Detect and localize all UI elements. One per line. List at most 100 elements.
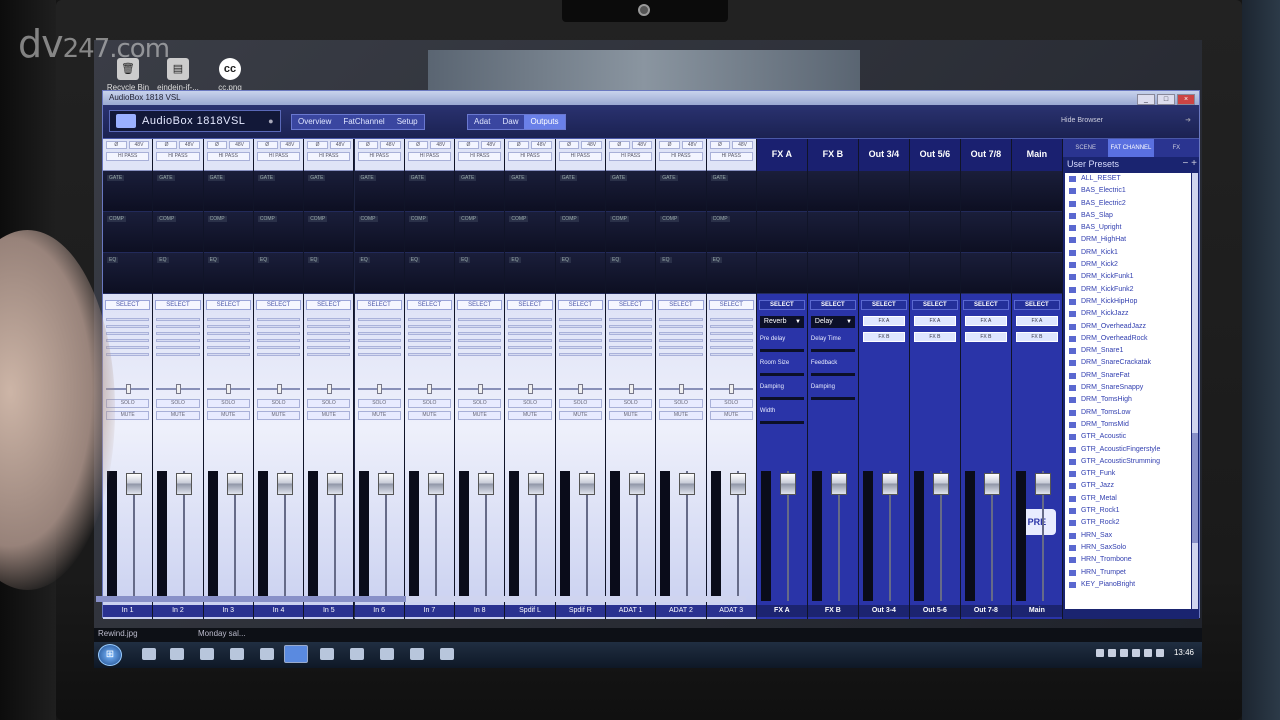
solo-button[interactable]: SOLO (508, 399, 552, 408)
taskbar-app-folder-icon[interactable] (410, 648, 424, 660)
send-level[interactable] (558, 332, 602, 335)
fx-parameter[interactable]: Width (759, 408, 804, 424)
hipass-button[interactable]: HI PASS (407, 152, 452, 161)
preset-item[interactable]: ALL_RESET (1065, 173, 1191, 185)
dynamics-slot[interactable]: EQ (505, 253, 555, 294)
device-selector[interactable]: AudioBox 1818VSL ● (109, 110, 281, 132)
preset-item[interactable]: HRN_Sax (1065, 530, 1191, 542)
pan-slider[interactable] (458, 382, 502, 396)
send-level[interactable] (709, 353, 753, 356)
send-level[interactable] (558, 339, 602, 342)
polarity-button[interactable]: Ø (307, 141, 328, 149)
solo-button[interactable]: SOLO (558, 399, 602, 408)
volume-fader[interactable] (126, 473, 142, 495)
dynamics-slot[interactable]: COMP (103, 212, 153, 253)
polarity-button[interactable]: Ø (609, 141, 630, 149)
polarity-button[interactable]: Ø (156, 141, 177, 149)
tab-fx[interactable]: FX (1154, 139, 1199, 157)
preset-item[interactable]: GTR_Rock1 (1065, 505, 1191, 517)
select-button[interactable]: SELECT (356, 300, 402, 310)
dynamics-slot[interactable]: GATE (455, 171, 505, 212)
dynamics-slot[interactable]: COMP (606, 212, 656, 253)
dynamics-slot[interactable]: GATE (404, 171, 455, 212)
send-level[interactable] (357, 353, 401, 356)
dynamics-slot[interactable]: EQ (555, 253, 605, 294)
send-level[interactable] (458, 353, 502, 356)
pan-slider[interactable] (508, 382, 552, 396)
fx-send-button[interactable]: FX B (1015, 332, 1058, 342)
hipass-button[interactable]: HI PASS (307, 152, 351, 161)
send-level[interactable] (256, 318, 301, 321)
send-level[interactable] (659, 346, 703, 349)
send-level[interactable] (558, 353, 602, 356)
dynamics-slot[interactable]: EQ (103, 253, 153, 294)
preset-item[interactable]: GTR_Acoustic (1065, 431, 1191, 443)
dynamics-slot[interactable]: GATE (606, 171, 656, 212)
taskbar-app-explorer-icon[interactable] (142, 648, 156, 660)
preset-item[interactable]: DRM_KickFunk2 (1065, 284, 1191, 296)
send-level[interactable] (256, 353, 301, 356)
polarity-button[interactable]: Ø (508, 141, 530, 149)
send-level[interactable] (659, 332, 703, 335)
phantom-power-button[interactable]: 48V (380, 141, 401, 149)
select-button[interactable]: SELECT (155, 300, 201, 310)
fx-send-button[interactable]: FX A (862, 316, 905, 326)
send-level[interactable] (508, 346, 552, 349)
send-level[interactable] (156, 346, 200, 349)
polarity-button[interactable]: Ø (458, 141, 479, 149)
volume-fader[interactable] (176, 473, 193, 495)
solo-button[interactable]: SOLO (458, 399, 502, 408)
send-level[interactable] (709, 325, 753, 328)
send-level[interactable] (458, 332, 502, 335)
scrollbar-thumb[interactable] (96, 596, 406, 602)
send-level[interactable] (659, 353, 703, 356)
mute-button[interactable]: MUTE (357, 411, 401, 420)
tab-fat-channel[interactable]: FAT CHANNEL (1108, 139, 1154, 157)
preset-item[interactable]: DRM_Kick2 (1065, 259, 1191, 271)
mute-button[interactable]: MUTE (709, 411, 753, 420)
send-level[interactable] (407, 318, 452, 321)
taskbar-app-video-icon[interactable] (320, 648, 334, 660)
preset-item[interactable]: GTR_Rock2 (1065, 517, 1191, 529)
polarity-button[interactable]: Ø (709, 141, 731, 149)
solo-button[interactable]: SOLO (206, 399, 250, 408)
dynamics-slot[interactable]: EQ (656, 253, 706, 294)
dynamics-slot[interactable]: EQ (706, 253, 756, 294)
tab-outputs[interactable]: Outputs (524, 115, 565, 129)
select-button[interactable]: SELECT (1013, 300, 1060, 310)
add-preset-button[interactable]: + (1191, 158, 1197, 169)
dynamics-slot[interactable]: EQ (455, 253, 505, 294)
send-level[interactable] (256, 346, 301, 349)
send-level[interactable] (508, 332, 552, 335)
taskbar-app-globe-icon[interactable] (260, 648, 274, 660)
phantom-power-button[interactable]: 48V (329, 141, 351, 149)
pan-knob[interactable] (427, 384, 433, 394)
dynamics-slot[interactable]: GATE (103, 171, 153, 212)
preset-item[interactable]: HRN_Trumpet (1065, 567, 1191, 579)
polarity-button[interactable]: Ø (659, 141, 680, 149)
pan-slider[interactable] (307, 382, 351, 396)
volume-fader[interactable] (578, 473, 595, 495)
fx-send-button[interactable]: FX A (964, 316, 1007, 326)
preset-item[interactable]: GTR_AcousticStrumming (1065, 456, 1191, 468)
desktop-icon-cc[interactable]: cc cc.png (204, 58, 256, 92)
send-level[interactable] (256, 325, 301, 328)
pan-slider[interactable] (256, 382, 301, 396)
send-level[interactable] (407, 339, 452, 342)
dynamics-slot[interactable]: GATE (253, 171, 304, 212)
preset-item[interactable]: DRM_SnareCrackatak (1065, 357, 1191, 369)
send-level[interactable] (508, 325, 552, 328)
hipass-button[interactable]: HI PASS (156, 152, 200, 161)
select-button[interactable]: SELECT (708, 300, 754, 310)
send-level[interactable] (357, 318, 401, 321)
send-level[interactable] (307, 339, 351, 342)
pan-slider[interactable] (206, 382, 250, 396)
send-level[interactable] (508, 353, 552, 356)
preset-item[interactable]: DRM_OverheadJazz (1065, 321, 1191, 333)
send-level[interactable] (458, 346, 502, 349)
preset-item[interactable]: GTR_Metal (1065, 493, 1191, 505)
send-level[interactable] (609, 353, 653, 356)
pan-knob[interactable] (226, 384, 232, 394)
select-button[interactable]: SELECT (911, 300, 958, 310)
pan-knob[interactable] (729, 384, 735, 394)
